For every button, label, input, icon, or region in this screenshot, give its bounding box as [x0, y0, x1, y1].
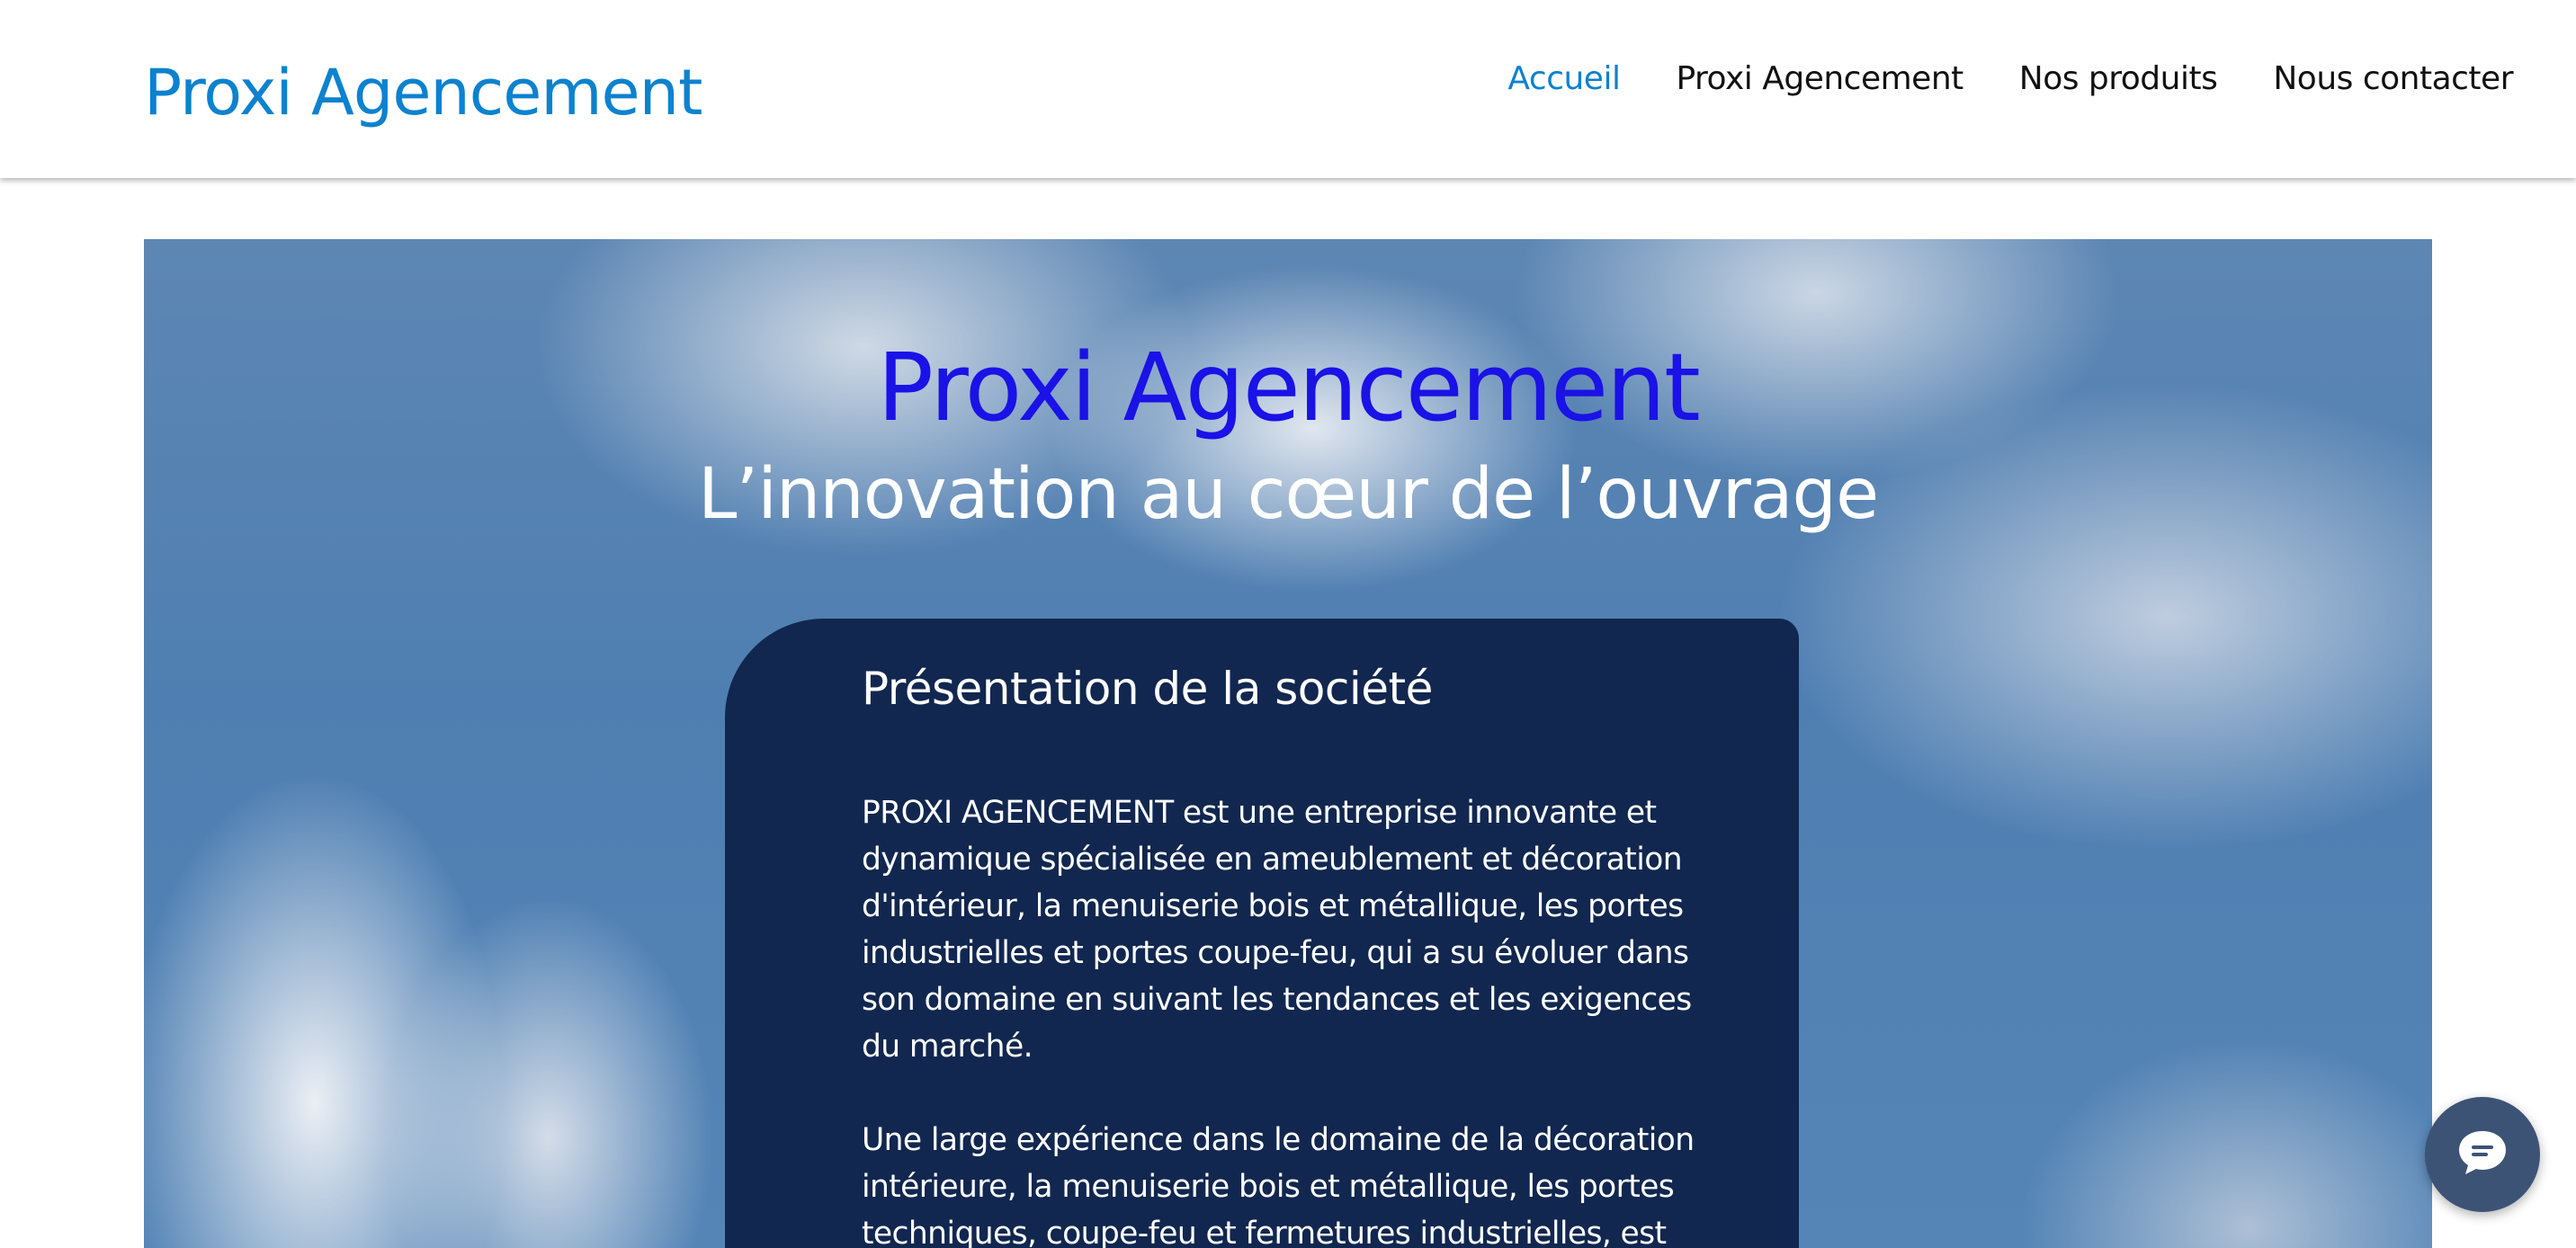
presentation-heading: Présentation de la société: [862, 663, 1433, 715]
main-nav: Accueil Proxi Agencement Nos produits No…: [1507, 54, 2513, 104]
site-header: Proxi Agencement Accueil Proxi Agencemen…: [0, 0, 2576, 178]
nav-item-proxi-agencement[interactable]: Proxi Agencement: [1676, 54, 1963, 104]
hero-subtitle: L’innovation au cœur de l’ouvrage: [697, 454, 1879, 535]
presentation-paragraph: Une large expérience dans le domaine de …: [862, 1122, 1695, 1248]
chat-bubble-icon: [2456, 1128, 2509, 1181]
presentation-paragraph: PROXI AGENCEMENT est une entreprise inno…: [862, 795, 1692, 1065]
presentation-card: Présentation de la société PROXI AGENCEM…: [725, 619, 1799, 1248]
presentation-body: PROXI AGENCEMENT est une entreprise inno…: [862, 789, 1707, 1248]
hero-section: Proxi Agencement L’innovation au cœur de…: [144, 239, 2432, 1248]
nav-item-nous-contacter[interactable]: Nous contacter: [2273, 54, 2513, 104]
nav-item-accueil[interactable]: Accueil: [1507, 54, 1621, 104]
site-title[interactable]: Proxi Agencement: [144, 52, 702, 133]
nav-item-nos-produits[interactable]: Nos produits: [2019, 54, 2218, 104]
chat-button[interactable]: [2425, 1097, 2540, 1212]
hero-title: Proxi Agencement: [877, 333, 1701, 442]
